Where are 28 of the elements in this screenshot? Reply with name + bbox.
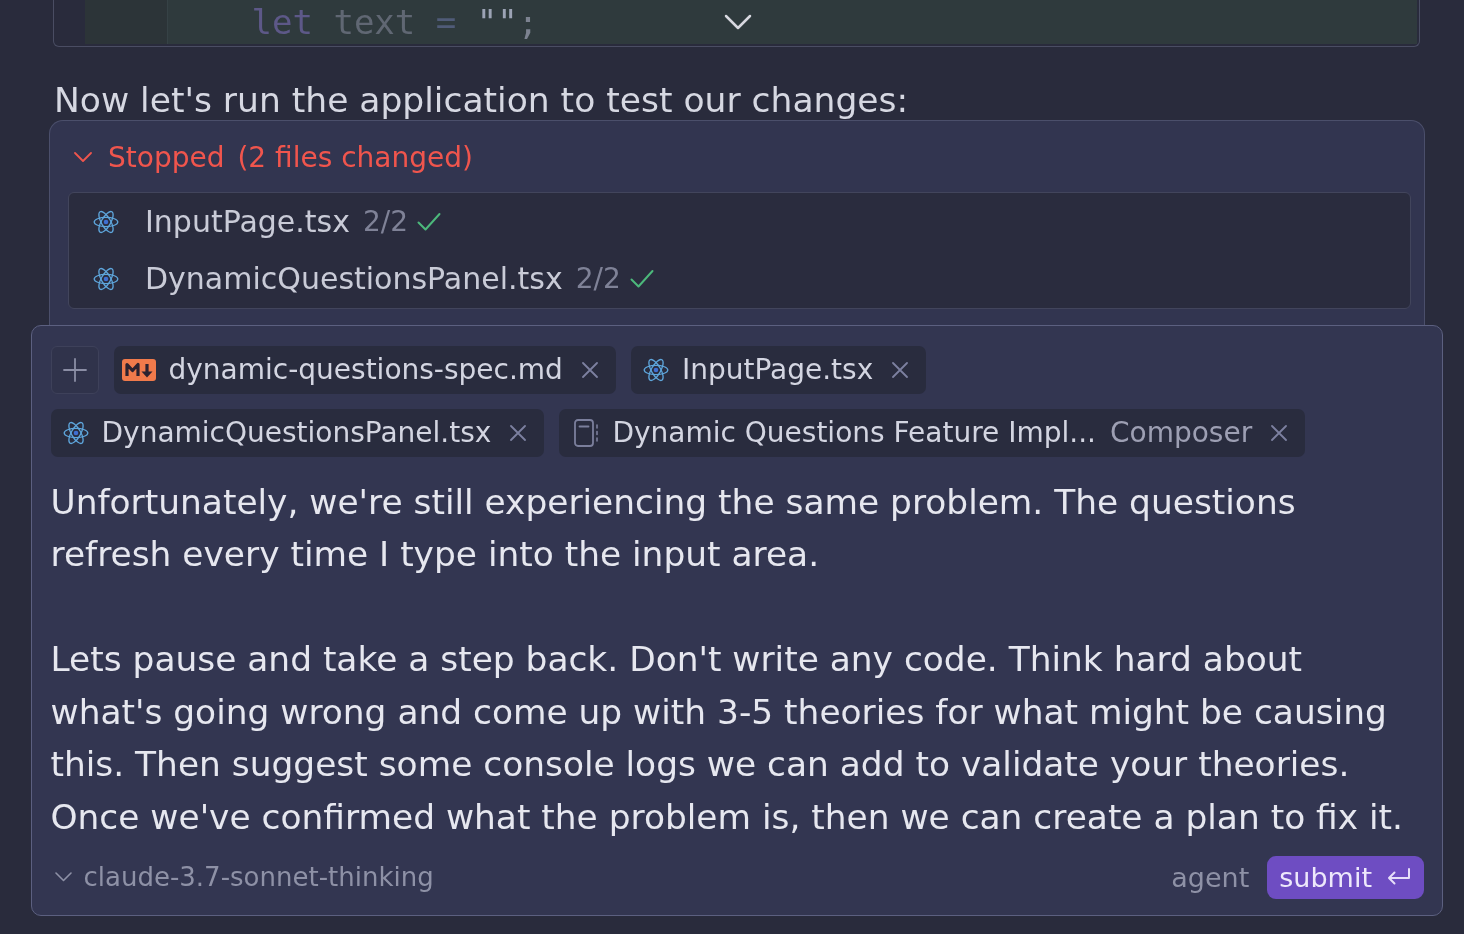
context-chip[interactable]: DynamicQuestionsPanel.tsx	[50, 408, 545, 457]
close-icon[interactable]	[510, 424, 527, 441]
react-icon	[93, 208, 119, 235]
close-icon[interactable]	[1271, 424, 1288, 441]
assistant-message: Now let's run the application to test our changes:	[54, 80, 909, 120]
return-icon	[1386, 867, 1411, 887]
plus-icon	[62, 357, 87, 382]
close-icon[interactable]	[892, 361, 909, 378]
react-icon	[642, 356, 669, 383]
notebook-icon	[574, 418, 600, 447]
react-icon	[93, 265, 119, 292]
markdown-icon	[121, 358, 156, 381]
model-selector[interactable]: claude-3.7-sonnet-thinking	[50, 862, 434, 892]
add-context-button[interactable]	[50, 345, 99, 394]
context-chip[interactable]: InputPage.tsx	[630, 345, 927, 394]
message-input[interactable]: Unfortunately, we're still experiencing the same problem. The questions refresh every time I type into the input area. Lets pause and take a step back. Don't write any code. Think hard about what's going wrong and come up with 3-5 theories for what might be causing this. Then suggest some console logs we can add to validate your theories. Once we've confirmed what the problem is, then we can create a plan to fix it.	[50, 475, 1417, 856]
file-name[interactable]: InputPage.tsx	[145, 204, 350, 239]
change-count: 2/2	[575, 262, 621, 295]
context-chip[interactable]: dynamic-questions-spec.md	[113, 345, 616, 394]
mode-selector[interactable]: agent	[1171, 861, 1250, 893]
context-chip[interactable]: Dynamic Questions Feature Impl... Composer	[559, 408, 1306, 457]
submit-button[interactable]: submit	[1267, 855, 1424, 899]
chevron-down-icon[interactable]	[724, 14, 753, 30]
change-count: 2/2	[363, 205, 409, 238]
file-name[interactable]: DynamicQuestionsPanel.tsx	[145, 261, 563, 296]
close-icon[interactable]	[581, 361, 598, 378]
react-icon	[62, 419, 89, 446]
chevron-down-icon	[54, 872, 72, 882]
